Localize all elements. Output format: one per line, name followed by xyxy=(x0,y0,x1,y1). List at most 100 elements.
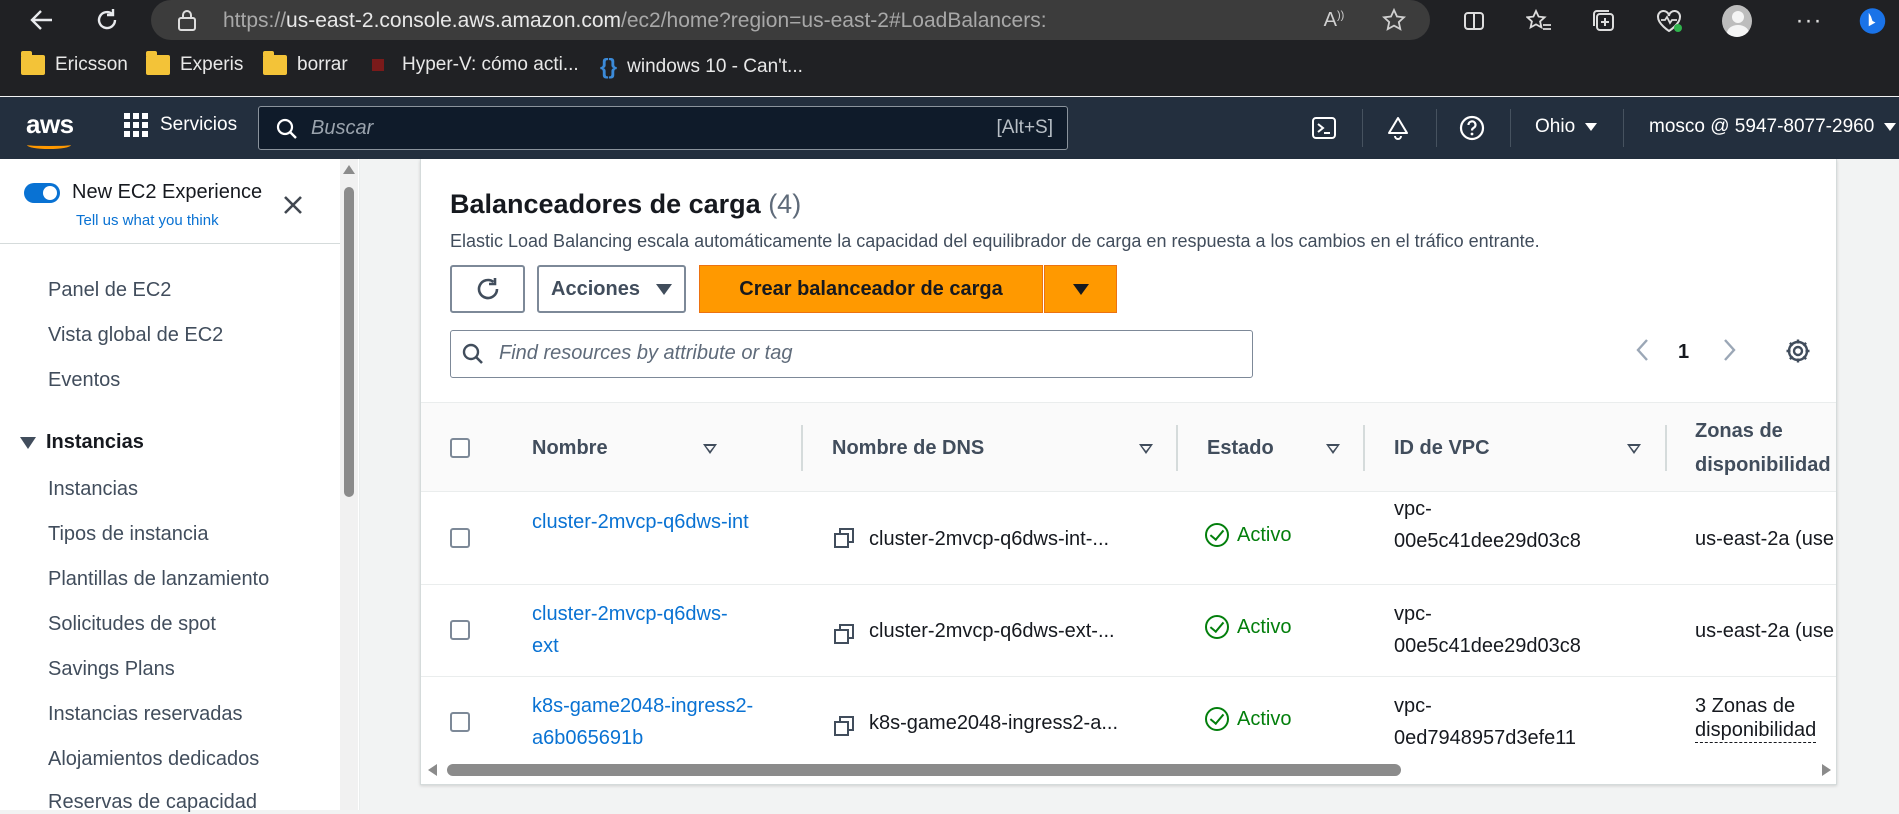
load-balancer-name-link[interactable]: cluster-2mvcp-q6dws-ext xyxy=(532,598,728,662)
column-resizer[interactable] xyxy=(1665,425,1667,471)
row-checkbox[interactable] xyxy=(450,620,470,640)
header-divider xyxy=(1623,109,1624,147)
previous-page-icon[interactable] xyxy=(1633,337,1653,369)
scroll-left-arrow-icon[interactable] xyxy=(428,764,437,776)
aws-search-input[interactable]: Buscar [Alt+S] xyxy=(258,106,1068,150)
sidebar-item-tipos-instancia[interactable]: Tipos de instancia xyxy=(48,523,208,546)
load-balancer-name-link[interactable]: cluster-2mvcp-q6dws-int xyxy=(532,506,749,538)
sidebar-item-plantillas[interactable]: Plantillas de lanzamiento xyxy=(48,568,269,591)
account-menu[interactable]: mosco @ 5947-8077-2960 xyxy=(1649,116,1897,138)
vpc-id: vpc- 00e5c41dee29d03c8 xyxy=(1394,598,1581,662)
sidebar-item-vista-global[interactable]: Vista global de EC2 xyxy=(48,324,223,347)
sort-icon[interactable] xyxy=(703,444,717,454)
load-balancer-name-link[interactable]: k8s-game2048-ingress2- a6b065691b xyxy=(532,690,753,754)
sort-icon[interactable] xyxy=(1326,444,1340,454)
sidebar-item-spot[interactable]: Solicitudes de spot xyxy=(48,613,216,636)
cloudshell-icon[interactable] xyxy=(1308,112,1340,144)
profile-avatar-icon[interactable] xyxy=(1722,5,1752,37)
sidebar-item-reservas-capacidad[interactable]: Reservas de capacidad xyxy=(48,791,257,814)
help-icon[interactable] xyxy=(1456,112,1488,144)
horizontal-scrollbar-thumb[interactable] xyxy=(447,764,1401,776)
more-options-icon[interactable]: ··· xyxy=(1794,6,1824,36)
bookmark-ericsson[interactable]: Ericsson xyxy=(21,51,128,76)
address-bar[interactable]: https://us-east-2.console.aws.amazon.com… xyxy=(151,0,1430,40)
scroll-right-arrow-icon[interactable] xyxy=(1822,764,1831,776)
row-checkbox[interactable] xyxy=(450,528,470,548)
region-selector[interactable]: Ohio xyxy=(1535,116,1598,138)
folder-icon xyxy=(146,51,170,75)
bookmark-label: Ericsson xyxy=(55,54,128,75)
copy-icon[interactable] xyxy=(833,623,855,645)
sidebar-item-eventos[interactable]: Eventos xyxy=(48,369,120,392)
refresh-button[interactable] xyxy=(450,265,525,313)
bookmark-borrar[interactable]: borrar xyxy=(263,51,348,76)
actions-dropdown-button[interactable]: Acciones xyxy=(537,265,686,313)
sidebar: New EC2 Experience Tell us what you thin… xyxy=(0,159,360,813)
bookmark-hyper-v[interactable]: Hyper-V: cómo acti... xyxy=(372,54,579,76)
zones-line: 3 Zonas de xyxy=(1695,695,1796,717)
page-number[interactable]: 1 xyxy=(1678,341,1689,364)
column-resizer[interactable] xyxy=(1363,425,1365,471)
sidebar-item-instancias[interactable]: Instancias xyxy=(48,478,138,501)
browser-essentials-icon[interactable] xyxy=(1654,6,1684,36)
column-resizer[interactable] xyxy=(801,425,803,471)
resource-filter-input[interactable]: Find resources by attribute or tag xyxy=(450,330,1253,378)
vpc-line: 00e5c41dee29d03c8 xyxy=(1394,635,1581,657)
sidebar-item-savings-plans[interactable]: Savings Plans xyxy=(48,658,175,681)
bing-copilot-icon[interactable] xyxy=(1856,6,1886,36)
search-icon xyxy=(275,117,299,146)
table-row[interactable]: cluster-2mvcp-q6dws-ext cluster-2mvcp-q6… xyxy=(421,585,1836,677)
column-header-estado[interactable]: Estado xyxy=(1207,403,1274,493)
notifications-bell-icon[interactable] xyxy=(1382,112,1414,144)
vpc-line: vpc- xyxy=(1394,498,1432,520)
split-screen-icon[interactable] xyxy=(1459,6,1489,36)
refresh-icon[interactable] xyxy=(91,4,123,36)
scroll-up-arrow-icon[interactable] xyxy=(343,165,355,174)
close-icon[interactable] xyxy=(280,192,306,218)
bookmark-windows10[interactable]: {} windows 10 - Can't... xyxy=(600,54,803,80)
column-label: Estado xyxy=(1207,436,1274,459)
table-settings-gear-icon[interactable] xyxy=(1784,337,1812,371)
column-header-nombre[interactable]: Nombre xyxy=(532,403,608,493)
column-header-dns[interactable]: Nombre de DNS xyxy=(832,403,984,493)
table-horizontal-scrollbar[interactable] xyxy=(421,757,1836,784)
sort-icon[interactable] xyxy=(1627,444,1641,454)
services-menu-button[interactable]: Servicios xyxy=(124,113,237,137)
favorite-star-icon[interactable] xyxy=(1381,8,1407,32)
aws-logo[interactable]: aws xyxy=(26,109,74,140)
column-resizer[interactable] xyxy=(1176,425,1178,471)
favorites-icon[interactable] xyxy=(1524,6,1554,36)
search-icon xyxy=(461,342,485,371)
bookmarks-bar: Ericsson Experis borrar Hyper-V: cómo ac… xyxy=(0,48,1899,88)
create-load-balancer-button[interactable]: Crear balanceador de carga xyxy=(699,265,1043,313)
copy-icon[interactable] xyxy=(833,527,855,549)
back-icon[interactable] xyxy=(26,4,58,36)
sidebar-item-reservadas[interactable]: Instancias reservadas xyxy=(48,703,243,726)
sort-icon[interactable] xyxy=(1139,444,1153,454)
read-aloud-icon[interactable]: A)) xyxy=(1321,8,1347,32)
availability-zones[interactable]: 3 Zonas de disponibilidad xyxy=(1695,694,1817,743)
next-page-icon[interactable] xyxy=(1719,337,1739,369)
sidebar-item-alojamientos[interactable]: Alojamientos dedicados xyxy=(48,748,259,771)
sidebar-section-instancias[interactable]: Instancias xyxy=(20,431,144,454)
new-experience-toggle[interactable] xyxy=(24,183,60,203)
column-header-vpc[interactable]: ID de VPC xyxy=(1394,403,1490,493)
create-options-dropdown-button[interactable] xyxy=(1044,265,1117,313)
table-row[interactable]: cluster-2mvcp-q6dws-int cluster-2mvcp-q6… xyxy=(421,493,1836,585)
collections-icon[interactable] xyxy=(1589,6,1619,36)
sidebar-scrollbar-thumb[interactable] xyxy=(344,187,354,497)
select-all-checkbox[interactable] xyxy=(450,438,470,458)
table-row[interactable]: k8s-game2048-ingress2- a6b065691b k8s-gam… xyxy=(421,677,1836,769)
status-label: Activo xyxy=(1237,707,1292,730)
sidebar-item-panel-ec2[interactable]: Panel de EC2 xyxy=(48,279,171,302)
copy-icon[interactable] xyxy=(833,715,855,737)
availability-zones: us-east-2a (use xyxy=(1695,528,1834,550)
row-checkbox[interactable] xyxy=(450,712,470,732)
feedback-link[interactable]: Tell us what you think xyxy=(76,212,219,229)
vpc-line: 0ed7948957d3efe11 xyxy=(1394,727,1577,749)
dns-name: cluster-2mvcp-q6dws-ext-... xyxy=(869,620,1115,642)
bookmark-experis[interactable]: Experis xyxy=(146,51,243,76)
aws-top-nav: aws Servicios Buscar [Alt+S] Ohio mosco … xyxy=(0,97,1899,159)
region-label: Ohio xyxy=(1535,116,1576,137)
column-header-zonas[interactable]: Zonas de disponibilidad xyxy=(1695,403,1831,493)
